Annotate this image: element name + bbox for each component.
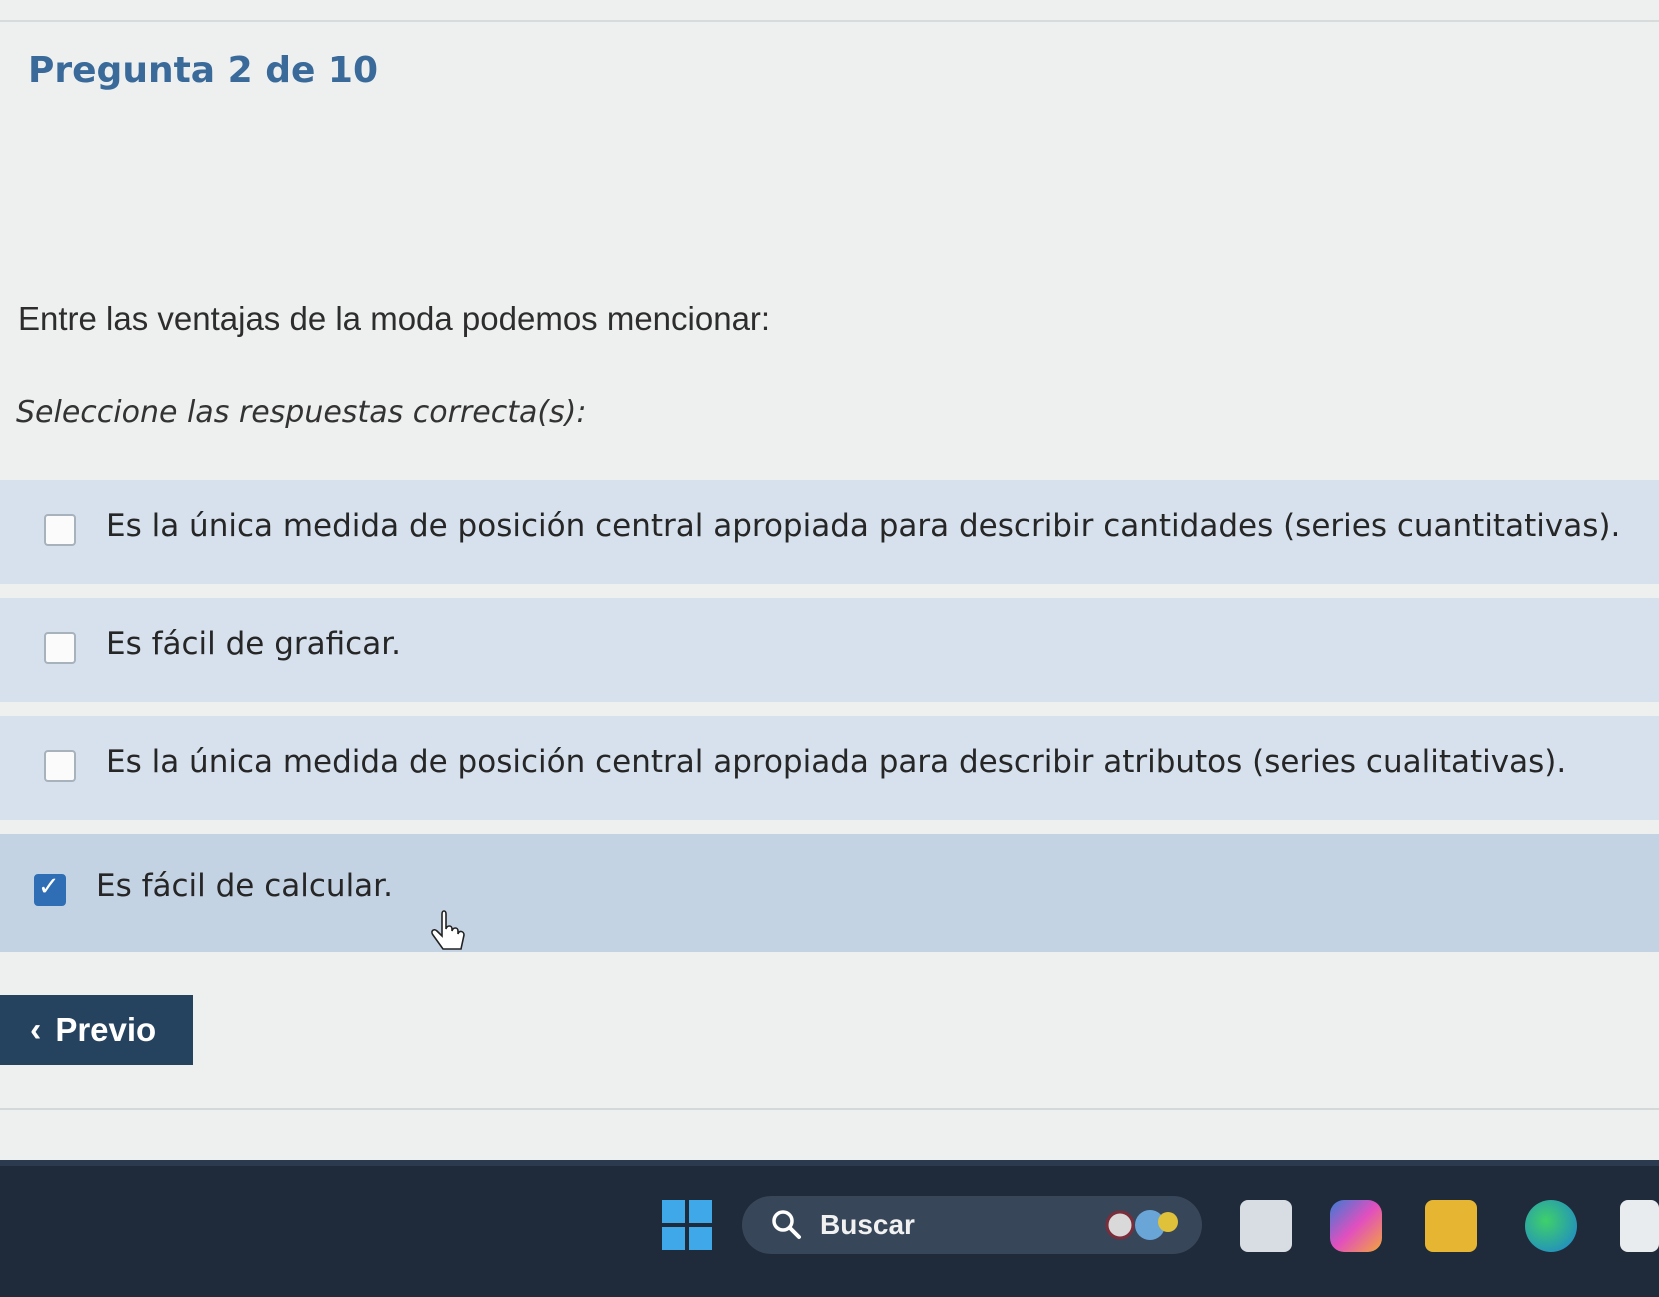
top-divider: [0, 20, 1659, 22]
previous-button-label: Previo: [55, 1010, 157, 1048]
answer-option-4[interactable]: ✓ Es fácil de calcular.: [0, 834, 1659, 952]
edge-icon[interactable]: [1525, 1200, 1577, 1252]
file-explorer-icon[interactable]: [1425, 1200, 1477, 1252]
checkbox-unchecked[interactable]: [44, 514, 76, 546]
windows-taskbar: Buscar: [0, 1160, 1659, 1297]
chevron-left-icon: ‹: [30, 1010, 42, 1049]
checkbox-unchecked[interactable]: [44, 750, 76, 782]
answer-option-1[interactable]: Es la única medida de posición central a…: [0, 480, 1659, 584]
answer-instruction: Seleccione las respuestas correcta(s):: [16, 395, 587, 430]
search-icon: [772, 1210, 801, 1239]
taskbar-search-box[interactable]: Buscar: [742, 1196, 1202, 1254]
answer-options: Es la única medida de posición central a…: [0, 480, 1659, 966]
store-icon[interactable]: [1620, 1200, 1659, 1252]
task-view-icon[interactable]: [1240, 1200, 1292, 1252]
quiz-page: Pregunta 2 de 10 Entre las ventajas de l…: [0, 0, 1659, 1160]
taskbar-edge: [0, 1160, 1659, 1166]
start-icon[interactable]: [662, 1200, 712, 1250]
previous-button[interactable]: ‹ Previo: [0, 995, 193, 1065]
bottom-divider: [0, 1108, 1659, 1110]
answer-option-label: Es fácil de calcular.: [96, 868, 393, 904]
checkbox-checked[interactable]: ✓: [34, 872, 66, 906]
answer-option-label: Es fácil de graficar.: [106, 626, 401, 662]
answer-option-2[interactable]: Es fácil de graficar.: [0, 598, 1659, 702]
answer-option-label: Es la única medida de posición central a…: [106, 508, 1621, 544]
question-text: Entre las ventajas de la moda podemos me…: [18, 300, 771, 337]
search-label: Buscar: [820, 1209, 915, 1240]
checkbox-unchecked[interactable]: [44, 632, 76, 664]
answer-option-label: Es la única medida de posición central a…: [106, 744, 1567, 780]
copilot-icon[interactable]: [1330, 1200, 1382, 1252]
search-highlight-icon: [1105, 1210, 1178, 1240]
checkmark-icon: ✓: [38, 872, 60, 902]
answer-option-3[interactable]: Es la única medida de posición central a…: [0, 716, 1659, 820]
question-number: Pregunta 2 de 10: [28, 50, 379, 91]
hand-cursor-icon: [431, 910, 465, 950]
